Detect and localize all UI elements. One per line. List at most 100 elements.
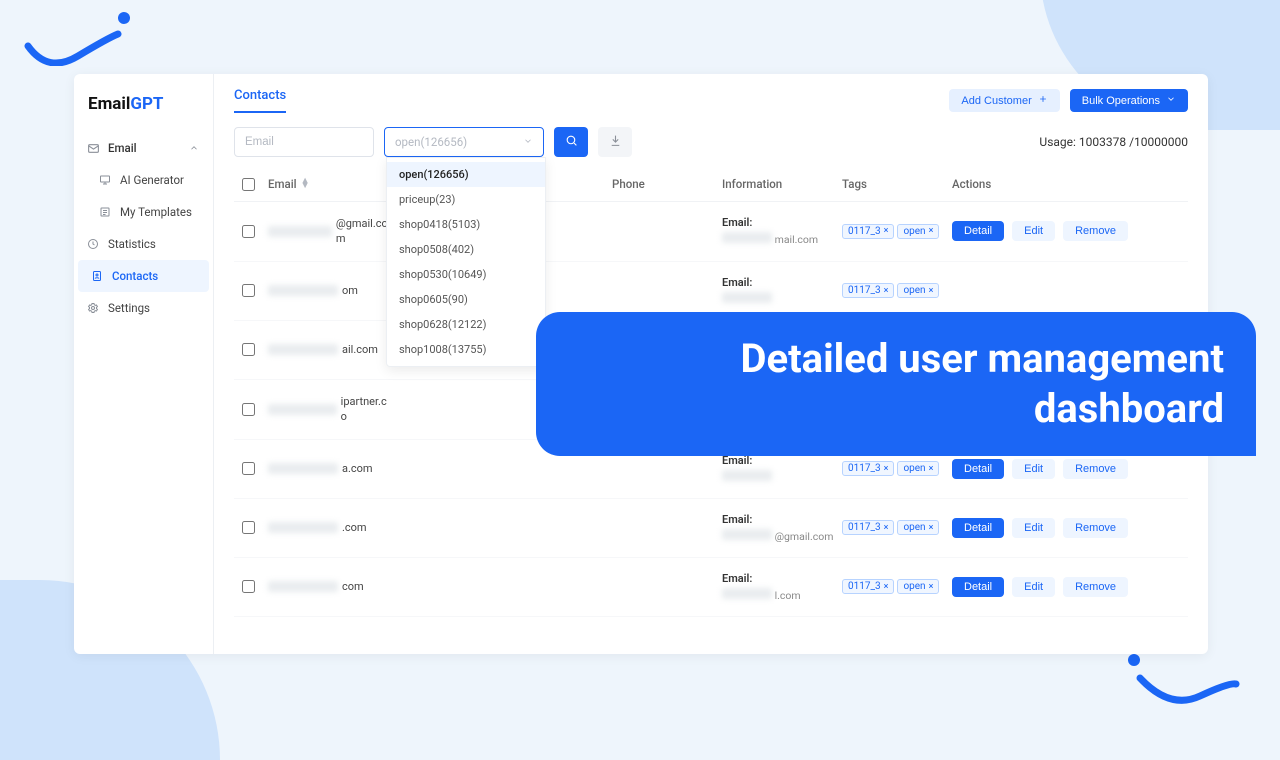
row-info: Email: @gmail.com bbox=[722, 513, 842, 543]
dropdown-option[interactable]: shop0530(10649) bbox=[387, 262, 545, 287]
row-select-cell bbox=[234, 284, 262, 297]
tag-pill[interactable]: open × bbox=[897, 520, 939, 535]
edit-button[interactable]: Edit bbox=[1012, 459, 1055, 479]
detail-button[interactable]: Detail bbox=[952, 459, 1004, 479]
nav-ai-generator[interactable]: AI Generator bbox=[74, 164, 213, 196]
tag-pill[interactable]: 0117_3 × bbox=[842, 520, 894, 535]
bulk-operations-button[interactable]: Bulk Operations bbox=[1070, 89, 1188, 112]
row-email: .com bbox=[262, 520, 392, 535]
search-icon bbox=[565, 134, 578, 150]
nav-contacts[interactable]: Contacts bbox=[78, 260, 209, 292]
list-icon bbox=[98, 205, 112, 219]
edit-button[interactable]: Edit bbox=[1012, 221, 1055, 241]
dropdown-option[interactable]: shop0628(12122) bbox=[387, 312, 545, 337]
select-all-cell bbox=[234, 178, 262, 191]
nav-statistics[interactable]: Statistics bbox=[74, 228, 213, 260]
row-select-cell bbox=[234, 403, 262, 416]
tag-pill[interactable]: 0117_3 × bbox=[842, 579, 894, 594]
row-checkbox[interactable] bbox=[242, 521, 255, 534]
tag-pill[interactable]: open × bbox=[897, 461, 939, 476]
tag-select[interactable]: open(126656) bbox=[384, 127, 544, 157]
add-customer-label: Add Customer bbox=[961, 95, 1031, 107]
dropdown-option[interactable]: priceup(23) bbox=[387, 187, 545, 212]
chevron-down-icon bbox=[523, 135, 533, 149]
nav-ai-generator-label: AI Generator bbox=[120, 173, 184, 187]
dropdown-option[interactable]: shop0605(90) bbox=[387, 287, 545, 312]
row-tags: 0117_3 ×open × bbox=[842, 224, 952, 239]
row-tags: 0117_3 ×open × bbox=[842, 579, 952, 594]
row-actions: Detail Edit Remove bbox=[952, 221, 1188, 241]
clock-icon bbox=[86, 237, 100, 251]
col-actions-header: Actions bbox=[952, 177, 1188, 191]
col-tags-label: Tags bbox=[842, 177, 867, 191]
logo-part1: Email bbox=[88, 94, 130, 114]
add-customer-button[interactable]: Add Customer bbox=[949, 89, 1059, 112]
col-info-header: Information bbox=[722, 177, 842, 191]
tag-pill[interactable]: 0117_3 × bbox=[842, 283, 894, 298]
logo: EmailGPT bbox=[74, 88, 213, 132]
row-select-cell bbox=[234, 225, 262, 238]
dropdown-option[interactable]: shop1008(13755) bbox=[387, 337, 545, 362]
sidebar: EmailGPT Email AI Generator My Templat bbox=[74, 74, 214, 654]
select-all-checkbox[interactable] bbox=[242, 178, 255, 191]
row-tags: 0117_3 ×open × bbox=[842, 283, 952, 298]
tag-pill[interactable]: open × bbox=[897, 224, 939, 239]
row-info: Email: mail.com bbox=[722, 216, 842, 246]
page-header: Contacts Add Customer Bulk Operations bbox=[234, 88, 1188, 113]
tag-select-value: open(126656) bbox=[395, 135, 467, 149]
tag-pill[interactable]: open × bbox=[897, 283, 939, 298]
detail-button[interactable]: Detail bbox=[952, 518, 1004, 538]
table-row: comEmail: l.com0117_3 ×open ×DetailEditR… bbox=[234, 558, 1188, 617]
dropdown-option[interactable]: shop0418(5103) bbox=[387, 212, 545, 237]
nav-statistics-label: Statistics bbox=[108, 237, 156, 251]
promo-callout: Detailed user management dashboard bbox=[536, 312, 1256, 456]
remove-button[interactable]: Remove bbox=[1063, 221, 1128, 241]
row-checkbox[interactable] bbox=[242, 580, 255, 593]
row-email: ail.com bbox=[262, 342, 392, 357]
download-button[interactable] bbox=[598, 127, 632, 157]
col-email-header[interactable]: Email ▲▼ bbox=[262, 177, 392, 191]
nav-settings[interactable]: Settings bbox=[74, 292, 213, 324]
row-email: @gmail.com bbox=[262, 216, 392, 247]
remove-button[interactable]: Remove bbox=[1063, 459, 1128, 479]
row-select-cell bbox=[234, 462, 262, 475]
email-filter-input[interactable] bbox=[234, 127, 374, 157]
row-actions: Detail Edit Remove bbox=[952, 459, 1188, 479]
col-phone-header: Phone bbox=[612, 177, 722, 191]
detail-button[interactable]: Detail bbox=[952, 577, 1004, 597]
row-select-cell bbox=[234, 580, 262, 593]
remove-button[interactable]: Remove bbox=[1063, 577, 1128, 597]
tag-pill[interactable]: 0117_3 × bbox=[842, 461, 894, 476]
download-icon bbox=[609, 134, 622, 150]
dropdown-option[interactable]: open(126656) bbox=[387, 162, 545, 187]
tag-pill[interactable]: 0117_3 × bbox=[842, 224, 894, 239]
row-email: a.com bbox=[262, 461, 392, 476]
row-actions: Detail Edit Remove bbox=[952, 577, 1188, 597]
chevron-down-icon bbox=[1166, 94, 1176, 107]
row-select-cell bbox=[234, 343, 262, 356]
gear-icon bbox=[86, 301, 100, 315]
edit-button[interactable]: Edit bbox=[1012, 577, 1055, 597]
nav-email-label: Email bbox=[108, 141, 137, 155]
nav-my-templates-label: My Templates bbox=[120, 205, 192, 219]
row-checkbox[interactable] bbox=[242, 462, 255, 475]
search-button[interactable] bbox=[554, 127, 588, 157]
row-checkbox[interactable] bbox=[242, 343, 255, 356]
col-actions-label: Actions bbox=[952, 177, 991, 191]
tag-pill[interactable]: open × bbox=[897, 579, 939, 594]
row-email: com bbox=[262, 579, 392, 594]
dropdown-option[interactable]: shop0508(402) bbox=[387, 237, 545, 262]
edit-button[interactable]: Edit bbox=[1012, 518, 1055, 538]
col-phone-label: Phone bbox=[612, 177, 645, 191]
col-info-label: Information bbox=[722, 177, 782, 191]
usage-label: Usage: bbox=[1039, 135, 1076, 149]
table-row: @gmail.comEmail: mail.com0117_3 ×open ×D… bbox=[234, 202, 1188, 262]
chevron-up-icon bbox=[187, 141, 201, 155]
row-checkbox[interactable] bbox=[242, 225, 255, 238]
detail-button[interactable]: Detail bbox=[952, 221, 1004, 241]
nav-email[interactable]: Email bbox=[74, 132, 213, 164]
nav-my-templates[interactable]: My Templates bbox=[74, 196, 213, 228]
remove-button[interactable]: Remove bbox=[1063, 518, 1128, 538]
row-checkbox[interactable] bbox=[242, 284, 255, 297]
row-checkbox[interactable] bbox=[242, 403, 255, 416]
